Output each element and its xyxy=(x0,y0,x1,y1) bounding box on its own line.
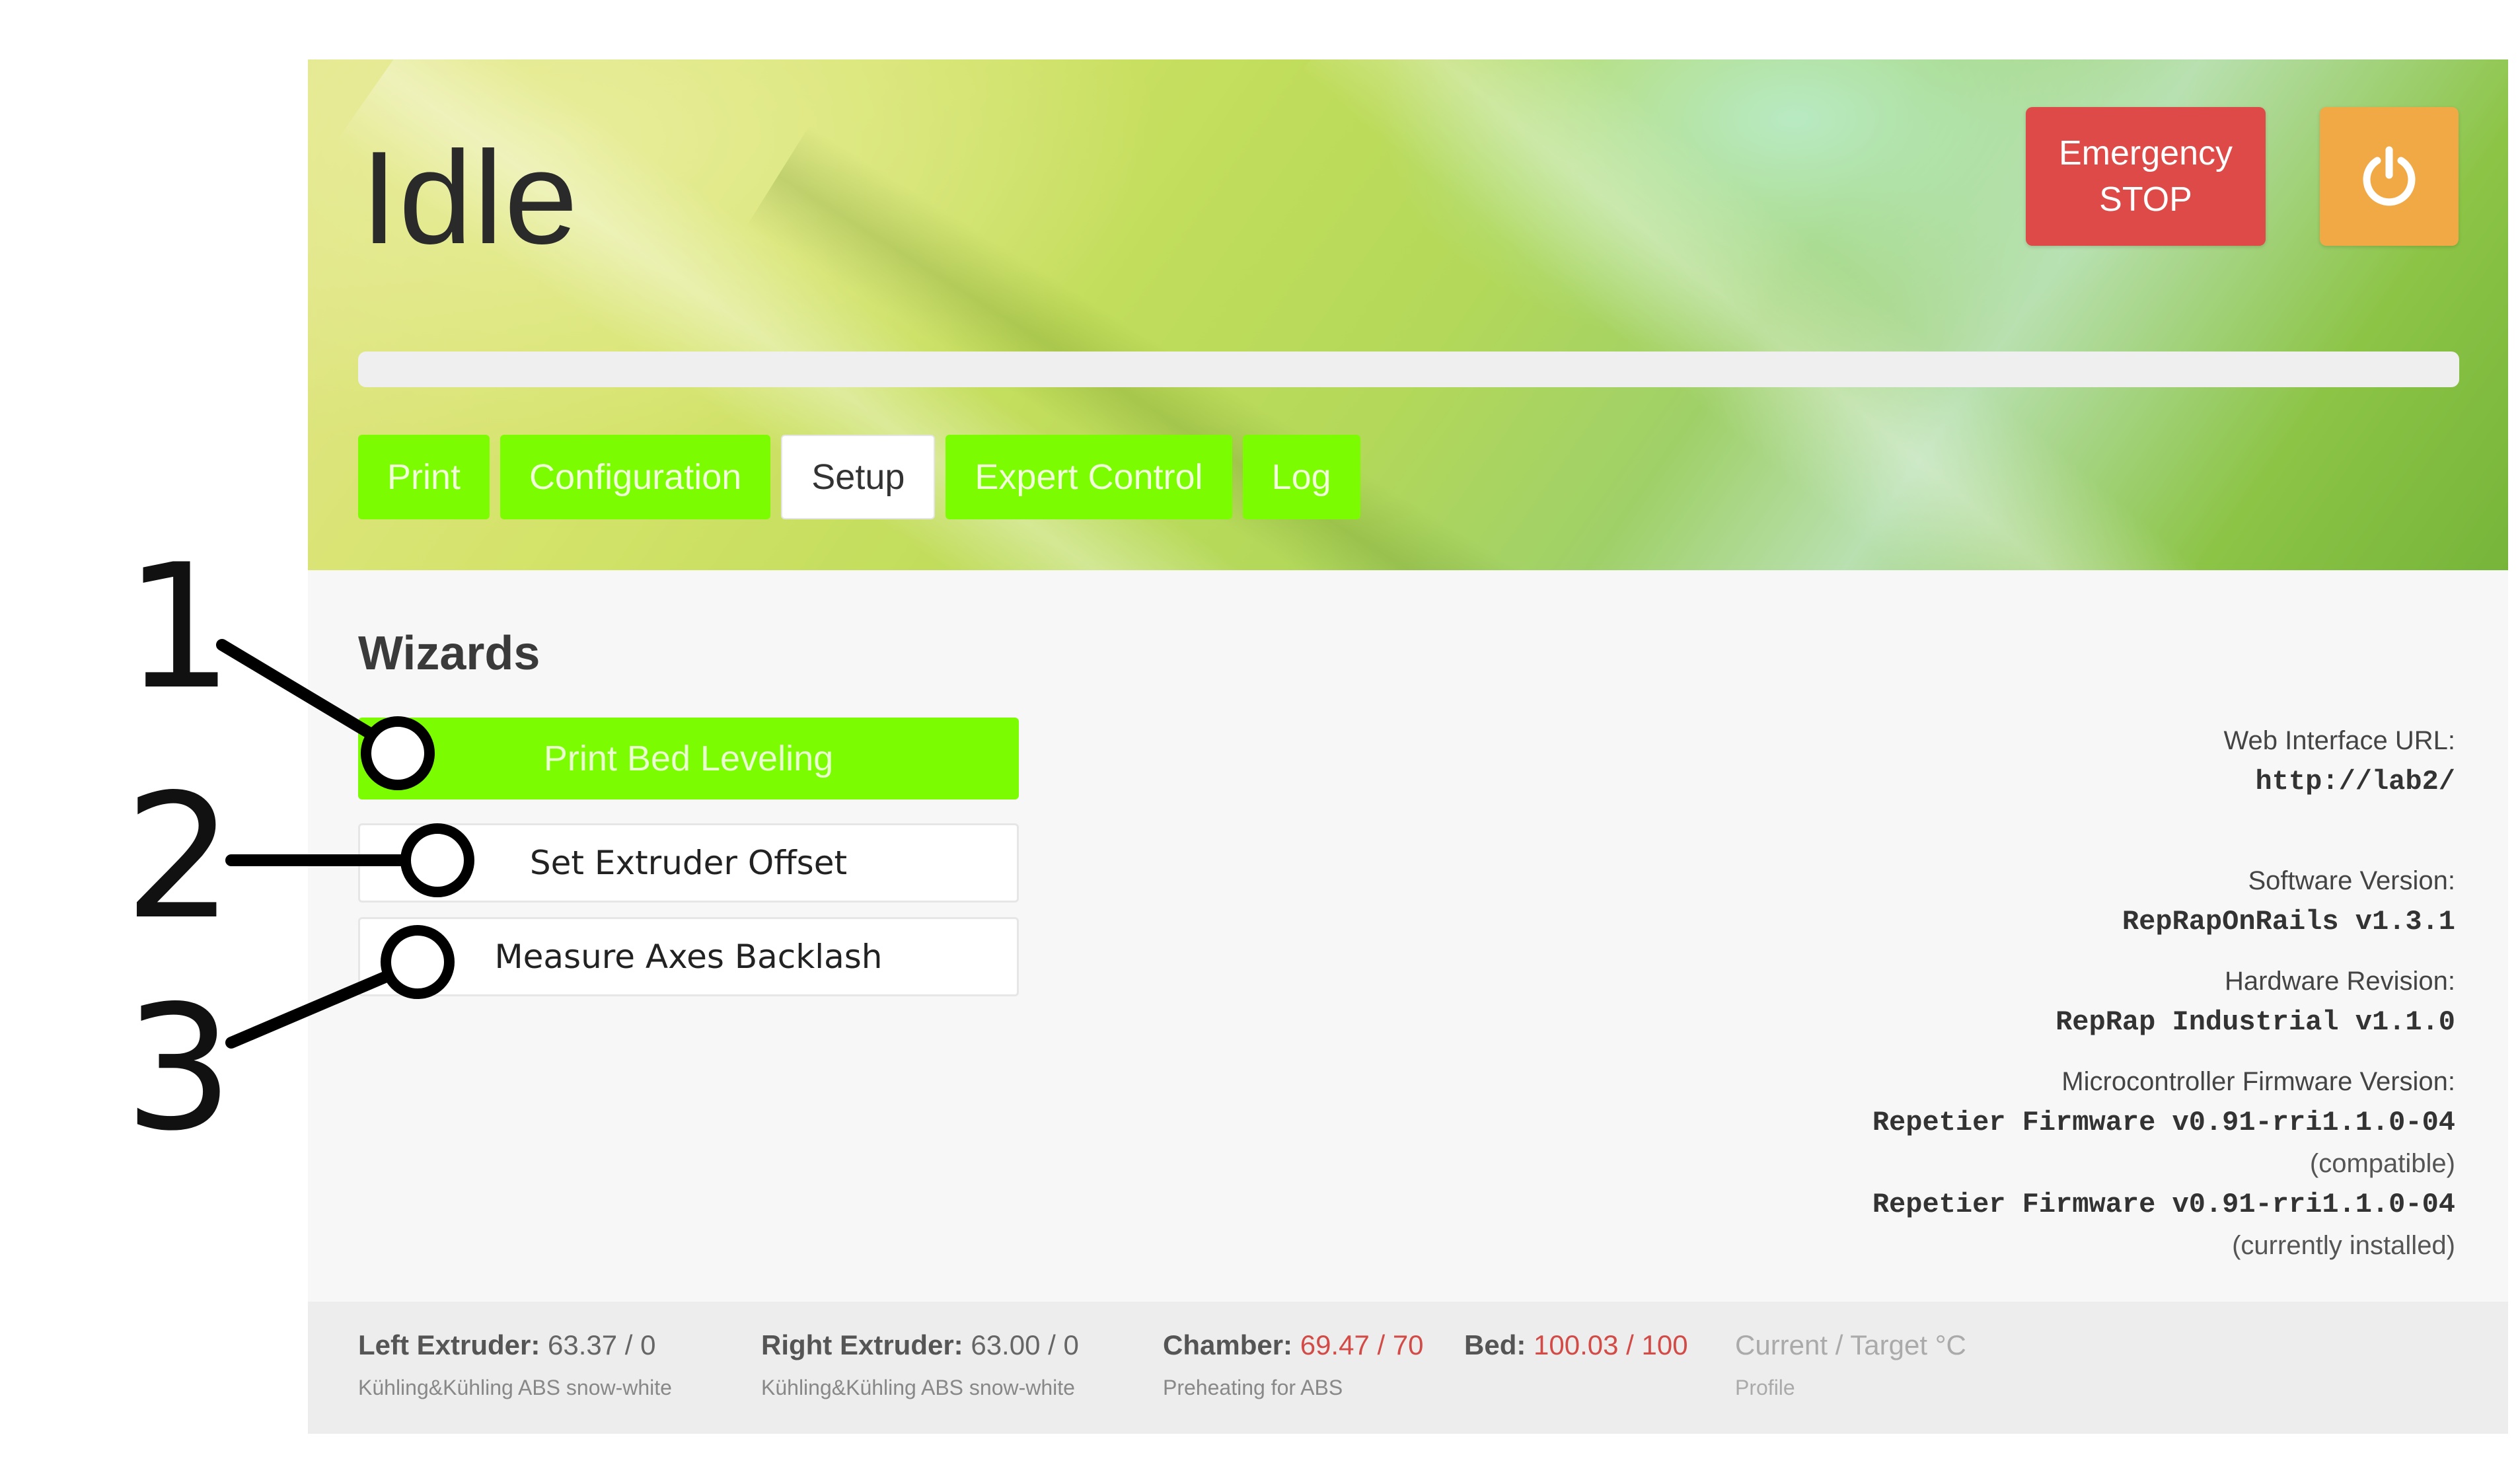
callout-marker-1 xyxy=(361,716,435,790)
callout-marker-3 xyxy=(381,925,455,999)
callout-line-1 xyxy=(216,639,383,743)
callout-lines xyxy=(216,639,474,1049)
callout-marker-2 xyxy=(400,823,474,897)
callout-line-3 xyxy=(225,968,398,1049)
